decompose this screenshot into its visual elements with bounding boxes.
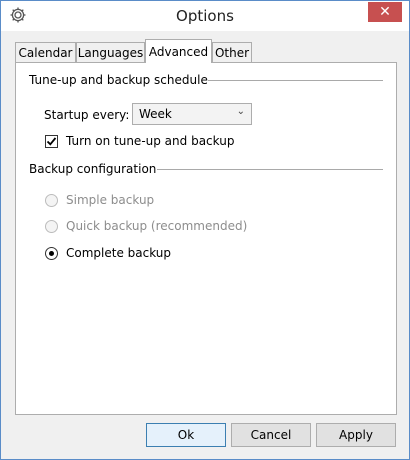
ok-button[interactable]: Ok	[146, 423, 226, 447]
group-divider	[197, 80, 383, 81]
schedule-heading: Tune-up and backup schedule	[29, 73, 208, 87]
radio-complete-backup[interactable]	[45, 247, 58, 260]
checkmark-icon	[46, 137, 57, 146]
close-button[interactable]: ✕	[368, 2, 402, 22]
tab-calendar[interactable]: Calendar	[15, 42, 76, 62]
tab-other[interactable]: Other	[212, 42, 252, 62]
quick-backup-label[interactable]: Quick backup (recommended)	[66, 219, 247, 233]
radio-quick-backup[interactable]	[45, 220, 58, 233]
title-bar[interactable]: Options ✕	[1, 1, 409, 31]
apply-button[interactable]: Apply	[316, 423, 396, 447]
radio-simple-backup[interactable]	[45, 194, 58, 207]
backup-heading: Backup configuration	[29, 162, 157, 176]
radio-selected-dot	[49, 251, 54, 256]
startup-label: Startup every:	[44, 108, 130, 122]
tab-languages[interactable]: Languages	[76, 42, 145, 62]
tab-advanced[interactable]: Advanced	[145, 39, 212, 63]
window-title: Options	[176, 7, 234, 25]
cancel-button[interactable]: Cancel	[231, 423, 311, 447]
startup-value: Week	[139, 107, 172, 121]
complete-backup-label[interactable]: Complete backup	[66, 246, 171, 260]
tuneup-checkbox[interactable]	[45, 135, 58, 148]
startup-select[interactable]: Week ⌄	[132, 103, 252, 125]
group-divider	[157, 169, 383, 170]
simple-backup-label[interactable]: Simple backup	[66, 193, 154, 207]
tuneup-checkbox-label[interactable]: Turn on tune-up and backup	[66, 134, 234, 148]
options-window: Options ✕ Calendar Languages Advanced Ot…	[0, 0, 410, 460]
close-icon: ✕	[379, 4, 391, 20]
chevron-down-icon: ⌄	[236, 106, 245, 117]
advanced-panel: Tune-up and backup schedule Startup ever…	[15, 62, 397, 415]
